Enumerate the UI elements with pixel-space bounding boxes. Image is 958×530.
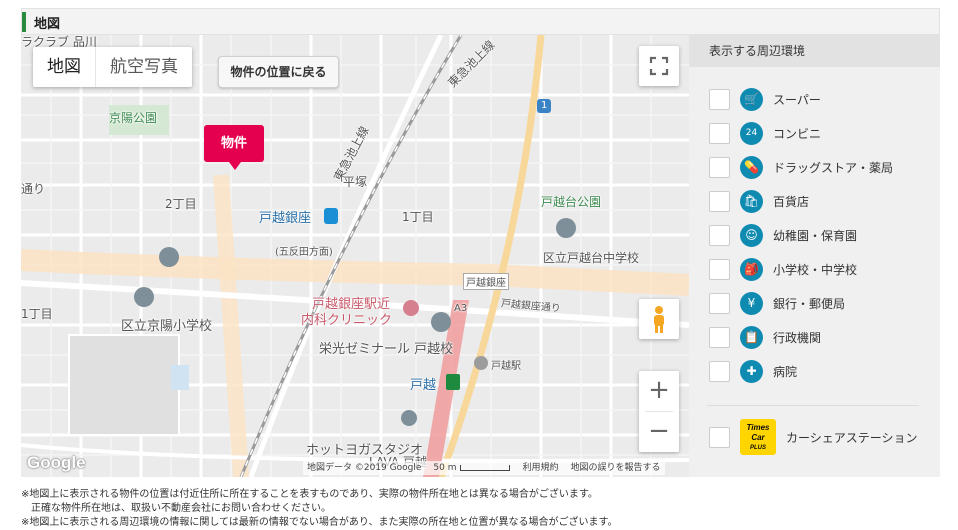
terms-link[interactable]: 利用規約 — [522, 461, 558, 475]
scale-bar — [460, 464, 511, 471]
route-number: 1 — [541, 100, 548, 111]
checkbox[interactable] — [709, 292, 730, 314]
street-view-pegman[interactable] — [639, 299, 679, 339]
pill-icon: 💊 — [740, 155, 763, 179]
map-label-a3: A3 — [454, 303, 468, 314]
map-type-control: 地図 航空写真 — [33, 47, 192, 87]
map-label-2chome: 2丁目 — [165, 197, 197, 211]
map-label-togoshi: 戸越 — [410, 378, 437, 393]
checkbox[interactable] — [709, 122, 730, 144]
env-label: カーシェアステーション — [786, 430, 918, 445]
env-label: 小学校・中学校 — [773, 262, 858, 277]
note-line: ※地図上に表示される周辺環境の情報に関しては最新の情報でない場合があり、また実際… — [21, 517, 618, 528]
sidebar-title: 表示する周辺環境 — [689, 35, 940, 67]
note-line: ※地図上に表示される物件の位置は付近住所に所在することを表すものであり、実際の物… — [21, 489, 598, 500]
env-label: 百貨店 — [773, 194, 810, 209]
checkbox[interactable] — [709, 224, 730, 246]
government-icon: 📋 — [740, 325, 763, 349]
env-item-school[interactable]: 🎒 小学校・中学校 — [709, 257, 858, 281]
scale-label: 50 m — [433, 461, 511, 475]
env-item-drugstore[interactable]: 💊 ドラッグストア・薬局 — [709, 155, 894, 179]
hospital-icon: ✚ — [740, 359, 763, 383]
department-store-icon: 🛍 — [740, 189, 763, 213]
school-icon: 🎒 — [740, 257, 763, 281]
env-item-car-share[interactable]: Times Car PLUS カーシェアステーション — [709, 419, 918, 455]
return-to-property-button[interactable]: 物件の位置に戻る — [218, 56, 339, 88]
pegman-icon — [654, 306, 664, 333]
map-data-credit: 地図データ ©2019 Google — [307, 463, 422, 473]
bank-icon: ¥ — [740, 291, 763, 315]
checkbox[interactable] — [709, 258, 730, 280]
report-error-link[interactable]: 地図の誤りを報告する — [570, 461, 660, 475]
map-label-keiyo-school: 区立京陽小学校 — [121, 319, 213, 334]
map-label-1chome-left: 1丁目 — [21, 307, 53, 321]
cart-icon: 🛒 — [740, 87, 763, 111]
zoom-in-button[interactable]: + — [639, 371, 679, 411]
note-line: 正確な物件所在地は、取扱い不動産会社にお問い合わせください。 — [21, 503, 331, 514]
env-item-bank[interactable]: ¥ 銀行・郵便局 — [709, 291, 846, 315]
env-label: スーパー — [773, 92, 821, 107]
checkbox[interactable] — [709, 360, 730, 382]
checkbox[interactable] — [709, 326, 730, 348]
env-item-supermarket[interactable]: 🛒 スーパー — [709, 87, 821, 111]
sidebar-divider — [707, 405, 919, 406]
zoom-control: + − — [639, 371, 679, 452]
map-label-gotanda-direction: (五反田方面) — [275, 247, 333, 258]
env-item-kindergarten[interactable]: ☺ 幼稚園・保育園 — [709, 223, 858, 247]
env-label: 幼稚園・保育園 — [773, 228, 858, 243]
env-item-department-store[interactable]: 🛍 百貨店 — [709, 189, 810, 213]
map-label-1chome: 1丁目 — [402, 210, 434, 224]
checkbox[interactable] — [709, 190, 730, 212]
kindergarten-icon: ☺ — [740, 223, 763, 247]
checkbox[interactable] — [709, 156, 730, 178]
env-label: 病院 — [773, 364, 798, 379]
header-accent-bar — [22, 12, 26, 32]
env-label: 行政機関 — [773, 330, 822, 345]
env-label: 銀行・郵便局 — [773, 296, 846, 311]
env-item-government[interactable]: 📋 行政機関 — [709, 325, 822, 349]
map-label-left-street: 通り — [21, 182, 46, 196]
checkbox[interactable] — [709, 88, 730, 110]
env-item-hospital[interactable]: ✚ 病院 — [709, 359, 798, 383]
zoom-out-button[interactable]: − — [639, 412, 679, 452]
environment-sidebar: 表示する周辺環境 🛒 スーパー 24 コンビニ 💊 ドラッグストア・薬局 🛍 百… — [689, 35, 940, 477]
property-marker[interactable]: 物件 — [204, 125, 264, 170]
map-label-keiyo-park: 京陽公園 — [109, 111, 158, 125]
map-canvas[interactable]: ラクラブ 品川 京陽公園 東急池上線 東急池上線 1 2丁目 平塚 1丁目 1丁… — [21, 35, 689, 477]
map-label-togoshidai-park: 戸越台公園 — [541, 195, 602, 209]
checkbox[interactable] — [709, 426, 730, 448]
map-label-togoshi-station: 戸越駅 — [491, 361, 521, 372]
map-attribution: 地図データ ©2019 Google 50 m 利用規約 地図の誤りを報告する — [303, 461, 665, 475]
map-notes: ※地図上に表示される物件の位置は付近住所に所在することを表すものであり、実際の物… — [21, 488, 617, 530]
map-section-header: 地図 — [21, 8, 940, 35]
fullscreen-icon — [649, 56, 669, 76]
env-label: ドラッグストア・薬局 — [773, 160, 894, 175]
tab-map[interactable]: 地図 — [33, 47, 95, 87]
google-logo[interactable]: Google — [27, 453, 86, 473]
map-label-hiratsuka: 平塚 — [343, 175, 368, 189]
map-label-togoshi-ginza-station: 戸越銀座 — [259, 211, 312, 226]
map-label-clinic-2: 内科クリニック — [301, 313, 393, 328]
map-label-seminar: 栄光ゼミナール 戸越校 — [319, 342, 454, 357]
times-car-logo-icon: Times Car PLUS — [740, 419, 776, 455]
tab-satellite[interactable]: 航空写真 — [95, 47, 192, 87]
convenience-store-icon: 24 — [740, 121, 763, 145]
map-label-togoshidai-school: 区立戸越台中学校 — [543, 251, 640, 265]
env-item-convenience[interactable]: 24 コンビニ — [709, 121, 822, 145]
fullscreen-button[interactable] — [639, 46, 679, 86]
map-sign-togoshi-ginza: 戸越銀座 — [463, 273, 509, 290]
env-label: コンビニ — [773, 126, 822, 141]
section-title: 地図 — [34, 17, 61, 32]
